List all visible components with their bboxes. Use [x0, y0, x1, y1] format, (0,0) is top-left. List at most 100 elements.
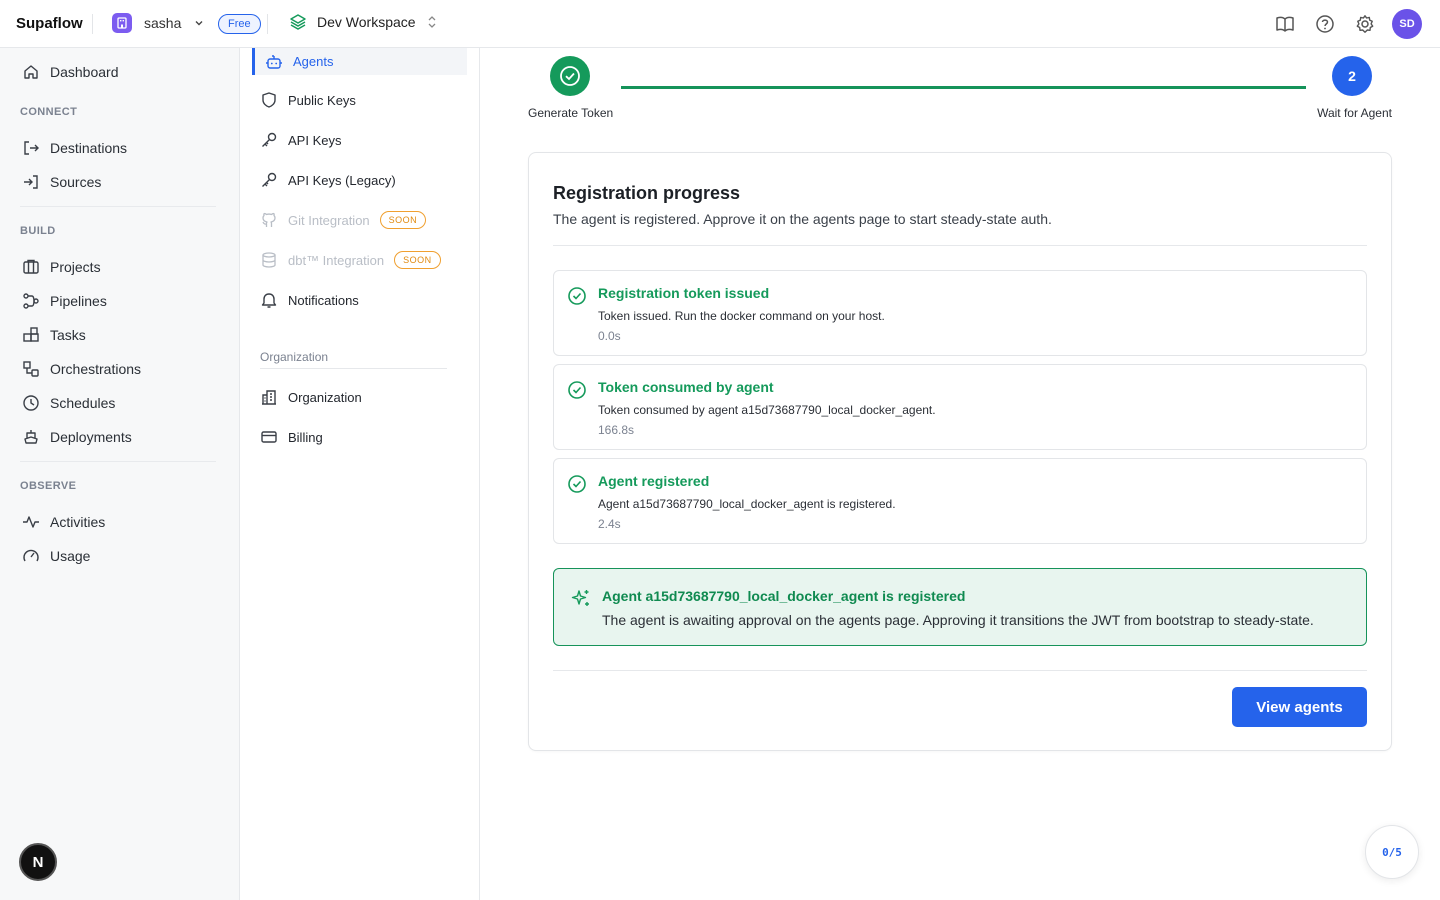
shapes-icon [22, 360, 40, 378]
sidebar-item-destinations[interactable]: Destinations [22, 137, 127, 159]
event-duration: 166.8s [598, 423, 635, 437]
settings-nav-api-keys-legacy[interactable]: API Keys (Legacy) [260, 169, 396, 191]
sparkles-icon [570, 588, 590, 608]
activity-icon [22, 513, 40, 531]
sidebar-item-activities[interactable]: Activities [22, 511, 105, 533]
settings-nav-organization[interactable]: Organization [260, 386, 362, 408]
step-current-indicator: 2 [1332, 56, 1372, 96]
org-switcher[interactable]: sasha [112, 13, 205, 33]
shield-icon [260, 91, 278, 109]
sidebar-item-label: Orchestrations [50, 361, 142, 377]
sidebar-item-label: Sources [50, 174, 102, 190]
dev-tools-button[interactable]: N [19, 843, 57, 881]
sidebar-item-label: Destinations [50, 140, 128, 156]
bot-icon [265, 53, 283, 71]
help-icon[interactable] [1312, 11, 1338, 37]
sidebar-item-projects[interactable]: Projects [22, 256, 101, 278]
settings-nav: Agents Public Keys API Keys API Keys (Le… [240, 48, 480, 900]
github-icon [260, 211, 278, 229]
step-label-wait-for-agent: Wait for Agent [1317, 106, 1392, 120]
event-description: Agent a15d73687790_local_docker_agent is… [598, 497, 896, 511]
settings-nav-public-keys[interactable]: Public Keys [260, 89, 356, 111]
sidebar-item-label: Deployments [50, 429, 132, 445]
divider [260, 368, 447, 369]
onboarding-progress-count: 0/5 [1382, 845, 1402, 859]
divider [267, 14, 268, 34]
soon-badge: SOON [379, 211, 427, 229]
check-circle-icon [567, 286, 587, 306]
event-duration: 2.4s [598, 517, 621, 531]
settings-nav-api-keys[interactable]: API Keys [260, 129, 341, 151]
event-duration: 0.0s [598, 329, 621, 343]
success-alert: Agent a15d73687790_local_docker_agent is… [553, 568, 1367, 646]
plan-badge: Free [218, 14, 261, 34]
blocks-icon [22, 326, 40, 344]
settings-nav-notifications[interactable]: Notifications [260, 289, 359, 311]
settings-nav-dbt-integration: dbt™ Integration SOON [260, 249, 441, 271]
sidebar-item-usage[interactable]: Usage [22, 545, 90, 567]
key-icon [260, 171, 278, 189]
key-icon [260, 131, 278, 149]
credit-card-icon [260, 428, 278, 446]
divider [92, 14, 93, 34]
section-label-connect: CONNECT [20, 106, 78, 118]
sidebar-item-orchestrations[interactable]: Orchestrations [22, 358, 141, 380]
gauge-icon [22, 547, 40, 565]
settings-nav-agents[interactable]: Agents [252, 48, 467, 75]
chevrons-up-down-icon [426, 14, 438, 30]
settings-nav-label: API Keys (Legacy) [288, 172, 396, 188]
registration-card: Registration progress The agent is regis… [528, 152, 1392, 751]
event-title: Agent registered [598, 473, 710, 489]
log-out-icon [22, 139, 40, 157]
sidebar-item-label: Dashboard [50, 64, 119, 80]
building-icon [112, 13, 132, 33]
check-circle-icon [560, 66, 580, 86]
progress-event: Token consumed by agent Token consumed b… [553, 364, 1367, 450]
settings-nav-git-integration: Git Integration SOON [260, 209, 427, 231]
sidebar-item-pipelines[interactable]: Pipelines [22, 290, 107, 312]
success-title: Agent a15d73687790_local_docker_agent is… [602, 588, 966, 604]
progress-event: Registration token issued Token issued. … [553, 270, 1367, 356]
settings-nav-label: dbt™ Integration [288, 252, 385, 268]
layers-icon [289, 13, 307, 31]
top-actions: SD [1272, 9, 1422, 39]
sidebar-item-label: Tasks [50, 327, 86, 343]
onboarding-progress-button[interactable]: 0/5 [1365, 825, 1419, 879]
card-title: Registration progress [553, 183, 741, 203]
sidebar-item-sources[interactable]: Sources [22, 171, 101, 193]
sidebar-item-schedules[interactable]: Schedules [22, 392, 115, 414]
sidebar-item-label: Activities [50, 514, 106, 530]
divider [553, 670, 1367, 671]
event-title: Registration token issued [598, 285, 770, 301]
bell-icon [260, 291, 278, 309]
settings-nav-label: Public Keys [288, 92, 356, 108]
main-sidebar: Dashboard CONNECT Destinations Sources B… [0, 48, 240, 900]
ship-icon [22, 428, 40, 446]
divider [553, 245, 1367, 246]
log-in-icon [22, 173, 40, 191]
settings-nav-label: API Keys [288, 132, 342, 148]
sidebar-item-tasks[interactable]: Tasks [22, 324, 86, 346]
section-label-observe: OBSERVE [20, 480, 77, 492]
book-icon[interactable] [1272, 11, 1298, 37]
user-avatar[interactable]: SD [1392, 9, 1422, 39]
settings-nav-label: Git Integration [288, 212, 370, 228]
success-message: The agent is awaiting approval on the ag… [602, 612, 1314, 628]
brand-logo[interactable]: Supaflow [16, 15, 83, 32]
event-title: Token consumed by agent [598, 379, 774, 395]
top-bar: Supaflow sasha Free Dev Workspace SD [0, 0, 1440, 48]
sidebar-item-dashboard[interactable]: Dashboard [22, 61, 119, 83]
event-description: Token issued. Run the docker command on … [598, 309, 885, 323]
view-agents-button[interactable]: View agents [1232, 687, 1367, 727]
soon-badge: SOON [394, 251, 441, 269]
card-subtitle: The agent is registered. Approve it on t… [553, 211, 1052, 227]
chevron-down-icon [193, 17, 205, 29]
sidebar-item-deployments[interactable]: Deployments [22, 426, 132, 448]
settings-nav-billing[interactable]: Billing [260, 426, 323, 448]
registration-stepper: 2 Generate Token Wait for Agent [528, 56, 1392, 122]
workspace-switcher[interactable]: Dev Workspace [289, 13, 438, 31]
gear-icon[interactable] [1352, 11, 1378, 37]
divider [20, 206, 216, 207]
event-description: Token consumed by agent a15d73687790_loc… [598, 403, 936, 417]
sidebar-item-label: Projects [50, 259, 101, 275]
